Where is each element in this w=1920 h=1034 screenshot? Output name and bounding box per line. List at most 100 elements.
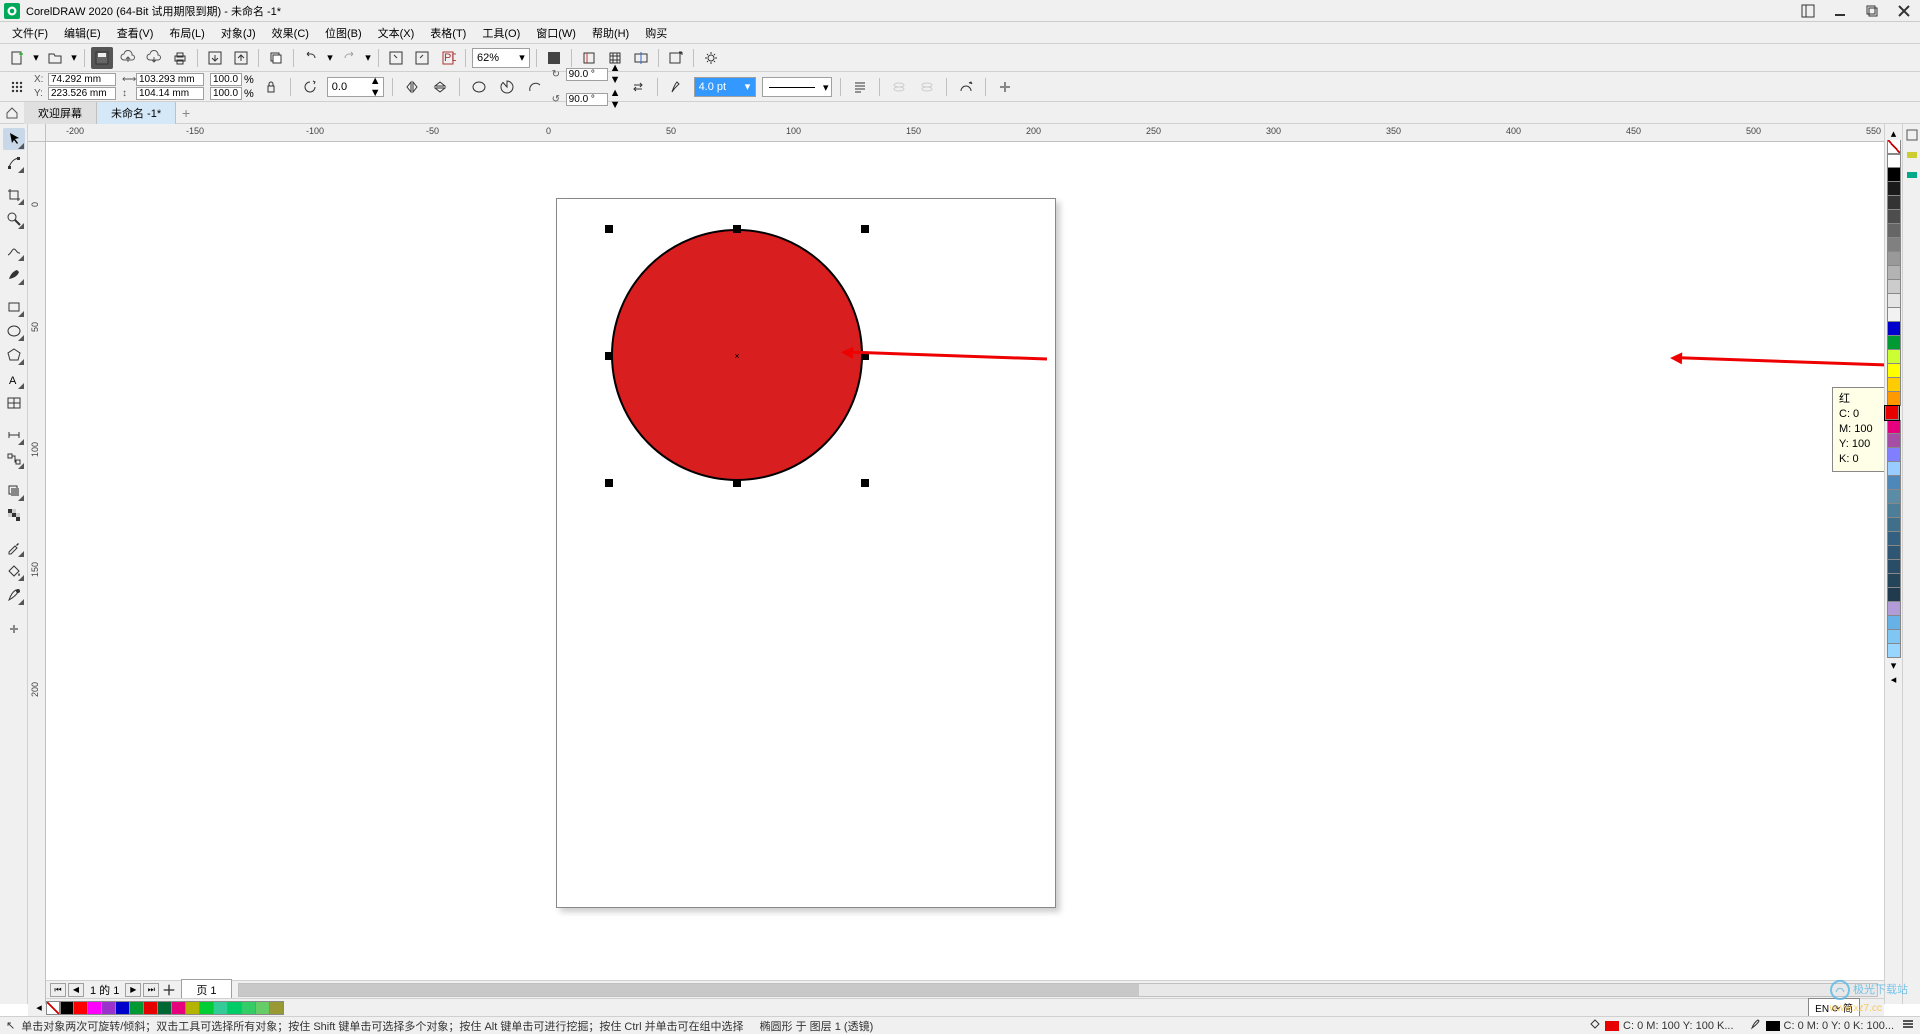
- color-swatch[interactable]: [1887, 420, 1901, 434]
- color-swatch[interactable]: [1887, 462, 1901, 476]
- crop-tool[interactable]: [3, 184, 25, 206]
- color-swatch[interactable]: [1887, 196, 1901, 210]
- y-input[interactable]: [48, 87, 116, 100]
- color-swatch[interactable]: [242, 1001, 256, 1015]
- color-swatch[interactable]: [214, 1001, 228, 1015]
- outline-tool[interactable]: [3, 584, 25, 606]
- menu-file[interactable]: 文件(F): [6, 23, 54, 43]
- selection-handle[interactable]: [733, 479, 741, 487]
- ellipse-tool-icon[interactable]: [468, 76, 490, 98]
- menu-window[interactable]: 窗口(W): [530, 23, 582, 43]
- color-swatch[interactable]: [1887, 644, 1901, 658]
- color-swatch[interactable]: [1887, 350, 1901, 364]
- zoom-input[interactable]: ▾: [472, 48, 530, 68]
- color-swatch[interactable]: [1887, 336, 1901, 350]
- color-swatch[interactable]: [158, 1001, 172, 1015]
- export-button[interactable]: [230, 47, 252, 69]
- rectangle-tool[interactable]: [3, 296, 25, 318]
- color-swatch[interactable]: [1887, 322, 1901, 336]
- color-swatch[interactable]: [1887, 280, 1901, 294]
- color-swatch[interactable]: [200, 1001, 214, 1015]
- polygon-tool[interactable]: [3, 344, 25, 366]
- new-dropdown-icon[interactable]: ▾: [32, 47, 40, 69]
- ruler-horizontal[interactable]: -200 -150 -100 -50 0 50 100 150 200 250 …: [46, 124, 1884, 142]
- color-swatch[interactable]: [1887, 490, 1901, 504]
- selection-center[interactable]: ×: [733, 352, 741, 360]
- add-tab-button[interactable]: +: [176, 105, 196, 121]
- color-swatch[interactable]: [1887, 252, 1901, 266]
- selection-handle[interactable]: [733, 225, 741, 233]
- add-preset-button[interactable]: [994, 76, 1016, 98]
- color-swatch[interactable]: [1887, 154, 1901, 168]
- outline-width-input[interactable]: ▾: [694, 77, 756, 97]
- color-swatch[interactable]: [1887, 602, 1901, 616]
- menu-help[interactable]: 帮助(H): [586, 23, 635, 43]
- color-swatch[interactable]: [130, 1001, 144, 1015]
- color-swatch[interactable]: [1887, 476, 1901, 490]
- wrap-text-button[interactable]: [849, 76, 871, 98]
- arc-end-input[interactable]: [566, 93, 608, 106]
- menu-bitmap[interactable]: 位图(B): [319, 23, 368, 43]
- redo-button[interactable]: [338, 47, 360, 69]
- import-image-button[interactable]: [385, 47, 407, 69]
- zoom-tool[interactable]: [3, 208, 25, 230]
- back-of-layer-button[interactable]: [916, 76, 938, 98]
- text-tool[interactable]: A: [3, 368, 25, 390]
- menu-object[interactable]: 对象(J): [215, 23, 262, 43]
- canvas[interactable]: × 红 C: 0 M: 100 Y: 100 K: 0: [46, 142, 1884, 1004]
- w-input[interactable]: [136, 73, 204, 86]
- palette-expand-icon[interactable]: ◂: [1887, 672, 1901, 686]
- palette-scroll-up-icon[interactable]: ▴: [1887, 126, 1901, 140]
- cloud-download-button[interactable]: [143, 47, 165, 69]
- menu-layout[interactable]: 布局(L): [163, 23, 210, 43]
- zoom-dropdown-icon[interactable]: ▾: [515, 51, 529, 64]
- color-swatch[interactable]: [186, 1001, 200, 1015]
- home-icon[interactable]: [0, 106, 24, 120]
- spinner-down-icon[interactable]: ▼: [370, 87, 381, 99]
- import-button[interactable]: [204, 47, 226, 69]
- spinner-up-icon[interactable]: ▲: [370, 75, 381, 87]
- open-dropdown-icon[interactable]: ▾: [70, 47, 78, 69]
- arc-start-input[interactable]: [566, 68, 608, 81]
- print-button[interactable]: [169, 47, 191, 69]
- x-input[interactable]: [48, 73, 116, 86]
- selection-handle[interactable]: [605, 479, 613, 487]
- menu-table[interactable]: 表格(T): [424, 23, 472, 43]
- color-swatch[interactable]: [1887, 210, 1901, 224]
- color-swatch[interactable]: [1885, 406, 1899, 420]
- eyedropper-tool[interactable]: [3, 536, 25, 558]
- selection-handle[interactable]: [605, 352, 613, 360]
- open-button[interactable]: [44, 47, 66, 69]
- lock-ratio-button[interactable]: [260, 76, 282, 98]
- color-swatch[interactable]: [88, 1001, 102, 1015]
- color-swatch[interactable]: [1887, 364, 1901, 378]
- artistic-media-tool[interactable]: [3, 264, 25, 286]
- undo-button[interactable]: [300, 47, 322, 69]
- docker-tab-1[interactable]: [1905, 128, 1919, 142]
- color-swatch[interactable]: [228, 1001, 242, 1015]
- color-swatch[interactable]: [172, 1001, 186, 1015]
- color-swatch[interactable]: [1887, 532, 1901, 546]
- scale-h-input[interactable]: [210, 87, 242, 100]
- last-page-button[interactable]: ⏭: [143, 983, 159, 997]
- color-swatch[interactable]: [1887, 518, 1901, 532]
- menu-tools[interactable]: 工具(O): [476, 23, 526, 43]
- new-button[interactable]: [6, 47, 28, 69]
- ruler-origin[interactable]: [28, 124, 46, 142]
- canvas-area[interactable]: -200 -150 -100 -50 0 50 100 150 200 250 …: [28, 124, 1884, 1004]
- zoom-value[interactable]: [473, 52, 515, 64]
- menu-effects[interactable]: 效果(C): [266, 23, 315, 43]
- color-swatch[interactable]: [60, 1001, 74, 1015]
- color-swatch[interactable]: [1887, 308, 1901, 322]
- color-swatch[interactable]: [1887, 546, 1901, 560]
- color-swatch[interactable]: [116, 1001, 130, 1015]
- color-swatch[interactable]: [1887, 448, 1901, 462]
- add-page-after-button[interactable]: [161, 983, 177, 997]
- color-swatch[interactable]: [144, 1001, 158, 1015]
- menu-buy[interactable]: 购买: [639, 23, 673, 43]
- docker-tab-2[interactable]: [1905, 148, 1919, 162]
- selection-handle[interactable]: [861, 225, 869, 233]
- swap-direction-button[interactable]: [627, 76, 649, 98]
- dimension-tool[interactable]: [3, 424, 25, 446]
- rotation-input[interactable]: ▲▼: [327, 77, 384, 97]
